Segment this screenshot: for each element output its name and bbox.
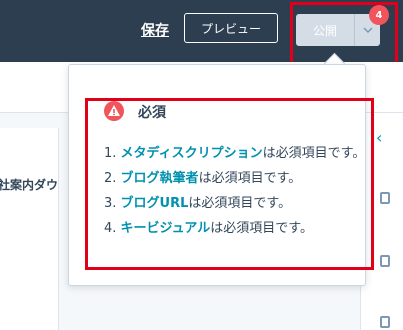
document-icon[interactable] <box>380 192 390 204</box>
required-highlight-box <box>85 98 374 270</box>
preview-button[interactable]: プレビュー <box>184 13 278 43</box>
page-icon[interactable] <box>380 255 390 267</box>
calendar-icon[interactable] <box>380 316 390 328</box>
editor-content-panel <box>0 128 59 330</box>
editor-snippet-text: 社案内ダウ <box>0 178 59 192</box>
chevron-left-icon[interactable]: ‹ <box>376 128 382 147</box>
publish-highlight-box <box>290 2 398 67</box>
save-button[interactable]: 保存 <box>141 20 169 40</box>
